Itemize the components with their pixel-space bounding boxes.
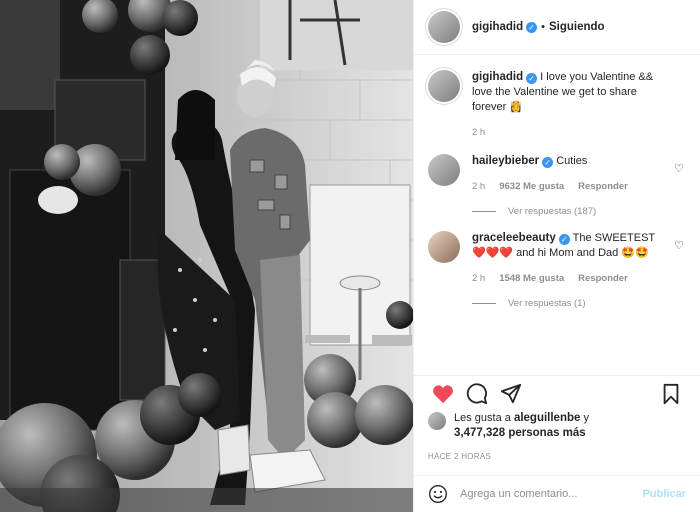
post-panel: gigihadid ✓ • Siguiendo gigihadid ✓ I lov… — [413, 0, 700, 512]
save-button[interactable] — [654, 379, 688, 409]
caption-time[interactable]: 2 h — [472, 125, 485, 140]
like-button[interactable] — [426, 379, 460, 409]
caption-avatar[interactable] — [428, 70, 460, 102]
liker-avatar[interactable] — [428, 412, 446, 430]
smiley-icon[interactable] — [428, 484, 448, 504]
heart-filled-icon — [433, 384, 453, 403]
view-replies[interactable]: Ver respuestas (187) — [472, 206, 686, 217]
action-bar — [414, 375, 700, 411]
comment-emoji-stars: 🤩🤩 — [621, 247, 649, 259]
caption: gigihadid ✓ I love you Valentine && love … — [428, 70, 686, 140]
add-comment-bar: Publicar — [414, 475, 700, 512]
caption-username[interactable]: gigihadid — [472, 71, 523, 83]
likes-summary: Les gusta a aleguillenbe y 3,477,328 per… — [428, 411, 686, 441]
likes-conj: y — [583, 412, 589, 424]
liker-username[interactable]: aleguillenbe — [514, 412, 580, 424]
likes-count[interactable]: 3,477,328 personas más — [454, 427, 586, 439]
verified-badge-icon: ✓ — [526, 73, 538, 84]
commenter-avatar[interactable] — [428, 231, 460, 263]
comment-like-heart-icon[interactable]: ♡ — [674, 162, 684, 175]
comment-text: The SWEETEST — [572, 232, 655, 244]
comment-text-line2: and hi Mom and Dad — [516, 247, 619, 259]
author-username[interactable]: gigihadid — [472, 21, 523, 33]
reply-button[interactable]: Responder — [578, 271, 628, 286]
comment-username[interactable]: graceleebeauty — [472, 232, 556, 244]
separator-dot: • — [541, 21, 545, 33]
comment-likes[interactable]: 1548 Me gusta — [499, 271, 564, 286]
verified-badge-icon: ✓ — [558, 234, 570, 245]
comments-list[interactable]: gigihadid ✓ I love you Valentine && love … — [414, 56, 700, 374]
reply-button[interactable]: Responder — [578, 179, 628, 194]
replies-line — [472, 303, 496, 304]
verified-badge-icon: ✓ — [542, 157, 554, 168]
comment-item: graceleebeauty ✓ The SWEETEST ❤️❤️❤️ and … — [428, 231, 686, 286]
comment-username[interactable]: haileybieber — [472, 155, 539, 167]
comment-text: Cuties — [556, 155, 588, 167]
publish-button[interactable]: Publicar — [643, 488, 686, 500]
post-header: gigihadid ✓ • Siguiendo — [414, 0, 700, 55]
comment-icon — [466, 382, 488, 404]
comment-time[interactable]: 2 h — [472, 271, 485, 286]
verified-badge-icon: ✓ — [526, 21, 538, 33]
likes-prefix: Les gusta a — [454, 412, 511, 424]
view-replies[interactable]: Ver respuestas (1) — [472, 298, 686, 309]
comment-input[interactable] — [460, 488, 643, 500]
comment-likes[interactable]: 9632 Me gusta — [499, 179, 564, 194]
comment-button[interactable] — [460, 379, 494, 409]
post-photo-illustration — [0, 0, 413, 512]
post-photo[interactable] — [0, 0, 413, 512]
view-replies-label: Ver respuestas (1) — [508, 298, 586, 309]
comment-time[interactable]: 2 h — [472, 179, 485, 194]
comment-emoji-hearts: ❤️❤️❤️ — [472, 247, 514, 259]
share-icon — [500, 383, 522, 403]
commenter-avatar[interactable] — [428, 154, 460, 186]
caption-emoji: 👸 — [509, 101, 524, 113]
share-button[interactable] — [494, 379, 528, 409]
bookmark-icon — [663, 383, 679, 404]
comment-item: haileybieber ✓ Cuties 2 h 9632 Me gusta R… — [428, 154, 686, 194]
post-timestamp[interactable]: HACE 2 HORAS — [428, 452, 491, 461]
following-button[interactable]: Siguiendo — [549, 21, 605, 33]
view-replies-label: Ver respuestas (187) — [508, 206, 597, 217]
author-avatar[interactable] — [428, 11, 460, 43]
comment-like-heart-icon[interactable]: ♡ — [674, 239, 684, 252]
replies-line — [472, 211, 496, 212]
